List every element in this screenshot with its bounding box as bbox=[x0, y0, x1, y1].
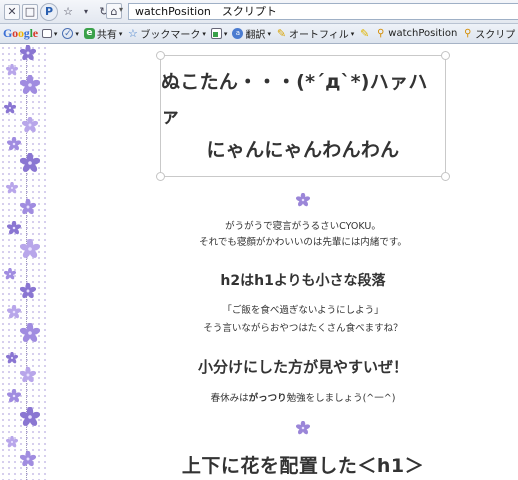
toolbar-translate[interactable]: a 翻訳 ▾ bbox=[232, 26, 271, 41]
chevron-down-icon: ▾ bbox=[223, 29, 228, 38]
flower-icon bbox=[19, 450, 37, 471]
google-toolbar: Google ▾ ✓ ▾ e 共有 ▾ ☆ ブックマーク ▾ ▾ a 翻訳 ▾ … bbox=[0, 24, 518, 44]
bottom-heading-1: 上下に花を配置した＜h1＞ bbox=[181, 455, 425, 477]
chevron-down-icon: ▾ bbox=[118, 29, 123, 38]
corner-circle bbox=[441, 172, 450, 181]
flower-icon bbox=[19, 152, 41, 177]
search-icon: ⚲ bbox=[377, 28, 385, 39]
chevron-down-icon: ▾ bbox=[267, 29, 271, 38]
check-icon: ✓ bbox=[62, 28, 74, 39]
toolbar-share[interactable]: e 共有 ▾ bbox=[83, 26, 123, 41]
flower-icon bbox=[5, 61, 19, 80]
flower-icon bbox=[6, 304, 22, 323]
flower-divider-icon bbox=[295, 420, 311, 439]
flower-icon bbox=[3, 99, 17, 118]
flower-icon bbox=[5, 179, 19, 198]
flower-icon bbox=[5, 349, 19, 368]
paragraph-3: 春休みはがっつり勉強をしましょう(^一^) bbox=[165, 391, 441, 407]
paragraph-3-bold: がっつり bbox=[248, 393, 287, 404]
corner-circle bbox=[441, 51, 450, 60]
flower-icon bbox=[5, 433, 19, 452]
flower-icon bbox=[19, 366, 37, 387]
share-icon: e bbox=[83, 28, 95, 39]
search-term-label: watchPosition bbox=[388, 28, 458, 39]
heading-2-first: h2はh1よりも小さな段落 bbox=[220, 273, 386, 289]
heading-2-second: 小分けにした方が見やすいぜ！ bbox=[197, 358, 408, 376]
flower-icon bbox=[6, 388, 22, 407]
toolbar-autofill-label: オートフィル bbox=[288, 30, 349, 41]
pencil-icon: ✎ bbox=[276, 27, 287, 40]
chevron-down-icon: ▾ bbox=[350, 29, 355, 38]
flower-icon bbox=[19, 282, 37, 303]
search-term-label: スクリプト bbox=[475, 30, 518, 41]
corner-circle bbox=[156, 51, 165, 60]
page-title-line-2: にゃんにゃんわんわん bbox=[206, 139, 400, 161]
toolbar-search-term-2[interactable]: ⚲ スクリプト bbox=[462, 26, 518, 41]
toolbar-bookmarks-label: ブックマーク bbox=[140, 30, 201, 41]
page-tool-icon bbox=[210, 28, 222, 39]
page-icon[interactable]: □ bbox=[22, 3, 38, 20]
flower-icon bbox=[6, 136, 22, 155]
toolbar-translate-label: 翻訳 bbox=[245, 30, 266, 41]
translate-icon: a bbox=[232, 28, 244, 39]
corner-circle bbox=[156, 172, 165, 181]
toolbar-page-tool[interactable]: ▾ bbox=[210, 28, 228, 39]
url-input[interactable]: watchPosition スクリプト bbox=[128, 3, 518, 20]
chevron-down-icon: ▾ bbox=[53, 29, 58, 38]
star-icon[interactable]: ☆ bbox=[60, 4, 76, 20]
paragraph-1-line-1: がうがうで寝言がうるさいCYOKU。 bbox=[225, 221, 381, 232]
paragraph-2-line-1: 「ご飯を食べ過ぎないようにしよう」 bbox=[222, 305, 384, 316]
page-title-line-1: ぬこたん・・・(*´д`*)ハァハァ bbox=[161, 71, 428, 127]
flower-icon bbox=[21, 116, 39, 137]
chevron-down-icon: ▾ bbox=[75, 29, 79, 38]
stop-icon[interactable]: ✕ bbox=[4, 3, 20, 20]
toolbar-autofill[interactable]: ✎ オートフィル ▾ bbox=[276, 26, 354, 41]
search-icon: ⚲ bbox=[464, 28, 472, 39]
paragraph-3-text-before: 春休みは bbox=[210, 393, 249, 404]
dropdown-icon[interactable]: ▾ bbox=[78, 4, 94, 20]
toolbar-share-label: 共有 bbox=[96, 30, 117, 41]
toolbar-search-term-1[interactable]: ⚲ watchPosition bbox=[375, 28, 457, 39]
logo-letter: e bbox=[32, 26, 38, 40]
paragraph-2-line-2: そう言いながらおやつはたくさん食べますね？ bbox=[203, 323, 403, 334]
search-box-icon bbox=[41, 29, 52, 38]
toolbar-bookmarks[interactable]: ☆ ブックマーク ▾ bbox=[127, 26, 206, 41]
flower-icon bbox=[19, 198, 37, 219]
flower-icon bbox=[19, 238, 41, 263]
toolbar-check[interactable]: ✓ ▾ bbox=[62, 28, 79, 39]
header-box: ぬこたん・・・(*´д`*)ハァハァ にゃんにゃんわんわん bbox=[156, 51, 450, 181]
flower-icon bbox=[3, 265, 17, 284]
flower-icon bbox=[19, 322, 41, 347]
logo-icon[interactable]: P bbox=[40, 2, 58, 21]
toolbar-search-box[interactable]: ▾ bbox=[41, 29, 58, 38]
google-logo[interactable]: Google bbox=[3, 26, 38, 41]
url-dropdown-icon[interactable]: ▾ bbox=[119, 5, 123, 14]
flower-icon bbox=[19, 44, 37, 65]
star-icon: ☆ bbox=[127, 27, 138, 40]
flower-icon bbox=[19, 74, 41, 99]
flower-divider-icon bbox=[295, 192, 311, 211]
paragraph-1-line-2: それでも寝顔がかわいいのは先輩には内緒です。 bbox=[199, 237, 407, 248]
chevron-down-icon: ▾ bbox=[202, 29, 206, 38]
flower-icon bbox=[19, 406, 41, 431]
page-content: ぬこたん・・・(*´д`*)ハァハァ にゃんにゃんわんわん がうがうで寝言がうる… bbox=[0, 44, 518, 480]
highlighter-icon: ✎ bbox=[360, 27, 370, 40]
paragraph-3-text-after: 勉強をしましょう(^一^) bbox=[286, 393, 396, 404]
toolbar-highlight[interactable]: ✎ bbox=[359, 28, 370, 39]
logo-letter: G bbox=[3, 26, 13, 40]
flower-icon bbox=[6, 220, 22, 239]
